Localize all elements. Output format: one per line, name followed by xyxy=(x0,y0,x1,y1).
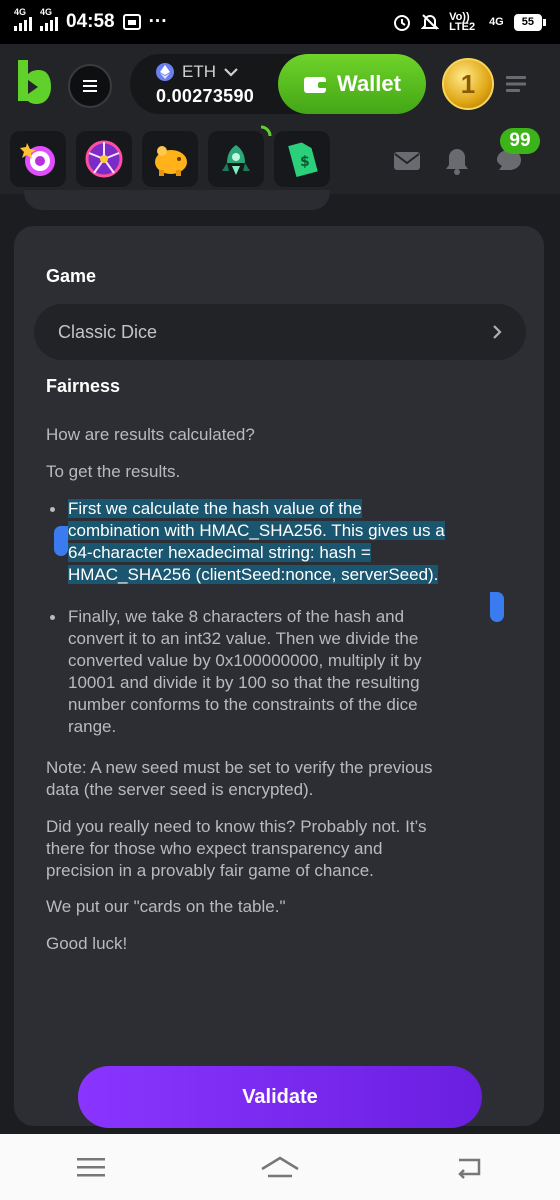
back-icon[interactable] xyxy=(455,1155,483,1179)
list-item: Finally, we take 8 characters of the has… xyxy=(50,606,510,738)
chevron-right-icon xyxy=(493,325,502,339)
validate-button[interactable]: Validate xyxy=(78,1066,482,1128)
wheel-icon xyxy=(85,140,123,178)
wallet-button[interactable]: Wallet xyxy=(278,54,426,114)
signal-icon: 4G xyxy=(14,7,32,31)
explanation-text: Did you really need to know this? Probab… xyxy=(46,817,427,880)
alarm-icon xyxy=(394,15,411,31)
list-item: First we calculate the hash value of the… xyxy=(50,498,510,586)
good-luck-text: Good luck! xyxy=(46,934,128,953)
app-header: ETH 0.00273590 Wallet 1 xyxy=(0,44,560,124)
piggy-bank-icon xyxy=(155,146,187,176)
more-icon: ··· xyxy=(148,11,168,32)
wheel-game-tile[interactable] xyxy=(76,131,132,187)
note-text: Note: A new seed must be set to verify t… xyxy=(46,758,433,799)
avatar[interactable]: 1 xyxy=(442,58,494,110)
chevron-down-icon xyxy=(224,68,238,77)
signal-icon-2: 4G xyxy=(40,7,58,31)
system-nav-bar xyxy=(0,1134,560,1200)
clock: 04:58 xyxy=(66,11,115,32)
price-tag-icon: $ xyxy=(288,142,318,178)
recent-apps-icon[interactable] xyxy=(77,1156,106,1178)
eth-icon xyxy=(156,63,174,81)
fairness-heading: Fairness xyxy=(46,376,121,396)
mail-icon[interactable] xyxy=(392,146,422,176)
quick-games-bar: $ 99 xyxy=(0,124,560,194)
volte-label: Vo)) LTE2 xyxy=(449,11,476,33)
rocket-game-tile[interactable] xyxy=(208,125,272,187)
loading-ring-icon xyxy=(260,125,272,137)
mute-icon xyxy=(421,14,440,30)
hamburger-icon xyxy=(83,80,97,92)
message-icon xyxy=(122,14,141,30)
chat-count-badge: 99 xyxy=(500,128,540,154)
fairness-card: Game Classic Dice Fairness How are resul… xyxy=(14,226,544,1126)
selection-handle-start[interactable] xyxy=(54,526,68,556)
question-text: How are results calculated? xyxy=(46,425,255,444)
home-icon[interactable] xyxy=(260,1155,300,1179)
currency-label: ETH xyxy=(182,62,216,81)
network-label: 4G xyxy=(489,16,504,28)
price-tag-tile[interactable]: $ xyxy=(274,131,330,187)
target-game-tile[interactable] xyxy=(10,131,66,187)
status-bar: 4G 4G 04:58 ··· Vo)) LTE2 4G 55 xyxy=(0,0,560,44)
piggy-bank-tile[interactable] xyxy=(142,131,198,187)
intro-text: To get the results. xyxy=(46,462,181,481)
cards-text: We put our "cards on the table." xyxy=(46,897,286,916)
list-icon[interactable] xyxy=(506,74,526,94)
target-icon xyxy=(20,143,55,176)
game-selector-value: Classic Dice xyxy=(58,321,158,342)
game-heading: Game xyxy=(46,266,97,286)
bell-icon[interactable] xyxy=(442,146,472,176)
game-selector[interactable]: Classic Dice xyxy=(34,304,526,360)
balance-amount: 0.00273590 xyxy=(156,86,255,106)
menu-button[interactable] xyxy=(68,64,112,108)
previous-card-edge xyxy=(24,190,330,210)
battery-icon: 55 xyxy=(513,13,546,31)
app-logo[interactable] xyxy=(14,58,52,106)
svg-text:$: $ xyxy=(300,154,310,170)
wallet-icon xyxy=(304,77,327,93)
